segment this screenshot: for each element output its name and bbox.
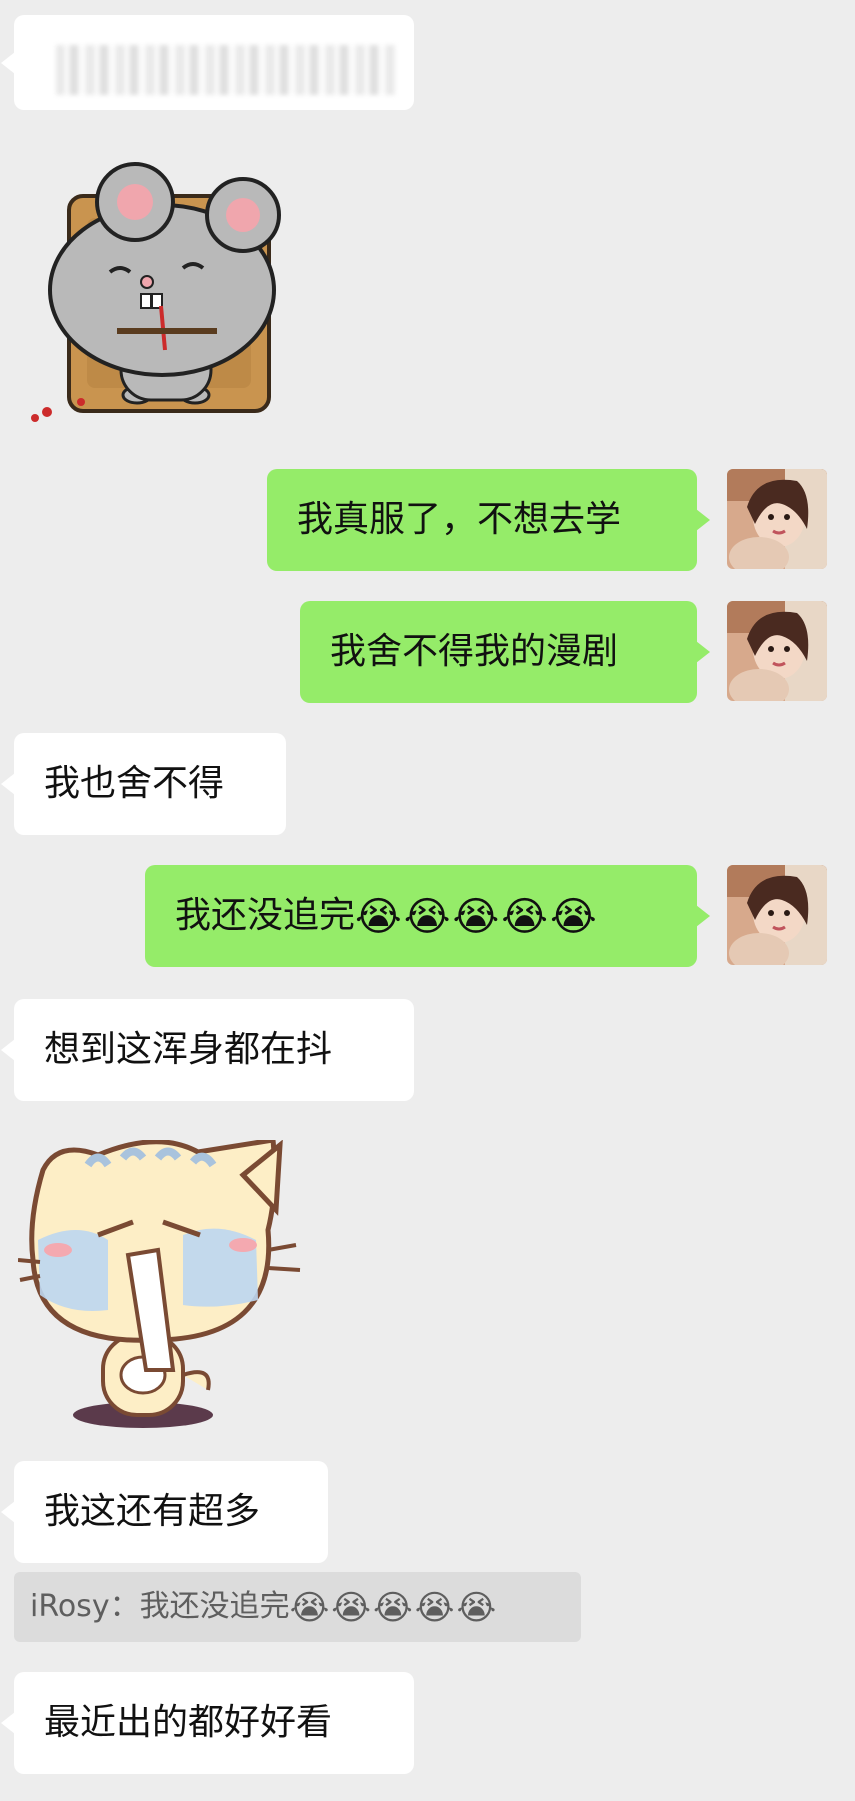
message-bubble-blurred[interactable] — [14, 15, 414, 110]
message-bubble-incoming[interactable]: 最近出的都好好看 — [14, 1672, 414, 1774]
message-bubble-incoming[interactable]: 想到这浑身都在抖 — [14, 999, 414, 1101]
quoted-reply[interactable]: iRosy：我还没追完😭😭😭😭😭 — [14, 1572, 581, 1642]
user-avatar[interactable] — [727, 469, 827, 569]
message-bubble-outgoing[interactable]: 我还没追完😭😭😭😭😭 — [145, 865, 697, 967]
user-avatar[interactable] — [727, 601, 827, 701]
crying-emoji-icon: 😭😭😭😭😭 — [289, 1587, 499, 1628]
message-text: 我这还有超多 — [44, 1491, 261, 1532]
user-avatar-photo-icon — [727, 469, 827, 569]
message-bubble-incoming[interactable]: 我也舍不得 — [14, 733, 286, 835]
message-bubble-incoming[interactable]: 我这还有超多 — [14, 1461, 328, 1563]
mouse-sticker-icon — [31, 162, 281, 422]
blurred-message-text — [56, 45, 396, 95]
mouse-trap-sticker[interactable] — [25, 160, 295, 445]
crying-emoji-icon: 😭😭😭😭😭 — [355, 894, 599, 940]
message-text: 我真服了，不想去学 — [297, 499, 622, 540]
quoted-reply-text: iRosy：我还没追完 — [30, 1589, 290, 1624]
message-text: 想到这浑身都在抖 — [44, 1029, 333, 1070]
user-avatar-photo-icon — [727, 601, 827, 701]
message-text: 我还没追完 — [175, 895, 356, 936]
crying-cat-sticker[interactable] — [17, 1137, 318, 1430]
user-avatar-photo-icon — [727, 865, 827, 965]
user-avatar[interactable] — [727, 865, 827, 965]
message-text: 最近出的都好好看 — [44, 1702, 333, 1743]
message-text: 我舍不得我的漫剧 — [330, 631, 619, 672]
message-text: 我也舍不得 — [44, 763, 225, 804]
message-bubble-outgoing[interactable]: 我舍不得我的漫剧 — [300, 601, 697, 703]
crying-cat-sticker-icon — [17, 1137, 301, 1428]
chat-screen: 我真服了，不想去学 我舍不得我的漫剧 我也舍不得 我还没追完😭😭😭😭😭 想到这浑… — [0, 0, 855, 1801]
message-bubble-outgoing[interactable]: 我真服了，不想去学 — [267, 469, 697, 571]
